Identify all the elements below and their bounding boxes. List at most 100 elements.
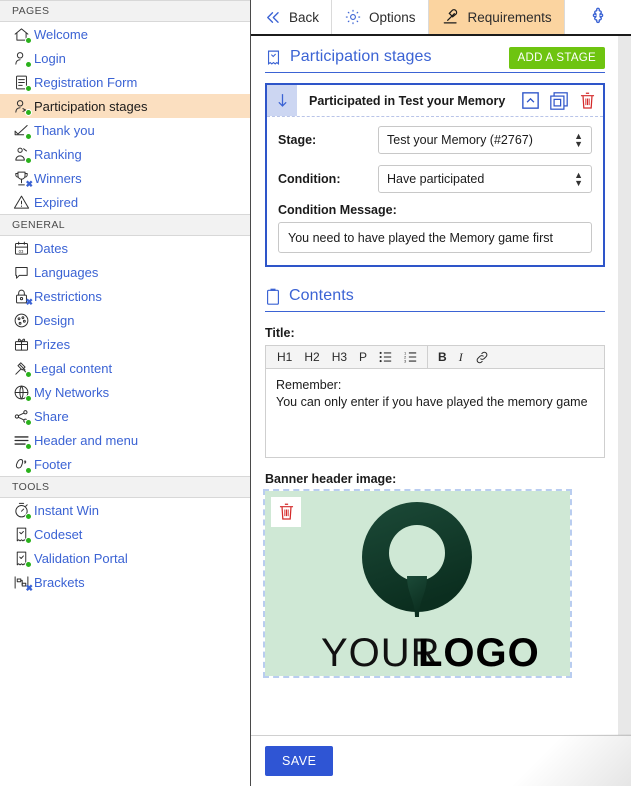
status-dot: [25, 36, 32, 44]
sidebar-item-label: Expired: [34, 194, 79, 210]
italic-button[interactable]: I: [453, 346, 469, 368]
heading2-button[interactable]: H2: [298, 346, 325, 368]
numbered-list-icon[interactable]: 1 2 3: [398, 346, 423, 368]
main-pane: Back Options Requirements Participation st…: [251, 0, 631, 786]
bullet-list-icon[interactable]: [373, 346, 398, 368]
heading1-button[interactable]: H1: [271, 346, 298, 368]
lock-icon: ✖: [12, 287, 33, 307]
user-stages-icon: [12, 97, 32, 116]
editor-toolbar: H1 H2 H3 P 1 2 3 B I: [266, 345, 604, 369]
sidebar-item-label: Header and menu: [34, 432, 139, 448]
tab-extras[interactable]: [564, 0, 631, 34]
x-badge-icon: ✖: [25, 178, 33, 189]
sidebar-item-header-and-menu[interactable]: Header and menu: [0, 428, 250, 452]
sidebar-item-instant-win[interactable]: Instant Win: [0, 498, 250, 522]
add-a-stage-button[interactable]: ADD A STAGE: [508, 47, 605, 69]
stage-title: Participated in Test your Memory: [309, 93, 506, 108]
gavel-icon: [12, 359, 32, 378]
globe-icon: [12, 383, 32, 402]
sidebar-item-footer[interactable]: Footer: [0, 452, 250, 476]
status-dot: [25, 536, 32, 544]
sidebar-group-title: GENERAL: [0, 214, 250, 236]
down-arrow-icon: [277, 94, 287, 107]
banner-header-image-label: Banner header image:: [265, 472, 397, 486]
sidebar-item-codeset[interactable]: Codeset: [0, 522, 250, 546]
sidebar-item-winners[interactable]: ✖ Winners: [0, 166, 250, 190]
menu-lines-icon: [12, 431, 32, 450]
sidebar-item-thank-you[interactable]: Thank you: [0, 118, 250, 142]
duplicate-icon[interactable]: [550, 91, 568, 110]
sidebar-item-restrictions[interactable]: ✖ Restrictions: [0, 284, 250, 308]
sidebar-item-label: Validation Portal: [34, 550, 128, 566]
sidebar-item-share[interactable]: Share: [0, 404, 250, 428]
rich-text-editor: H1 H2 H3 P 1 2 3 B I Remember: You can o…: [265, 345, 605, 458]
sidebar-item-label: Thank you: [34, 122, 95, 138]
tab-options[interactable]: Options: [332, 0, 429, 34]
sidebar-item-my-networks[interactable]: My Networks: [0, 380, 250, 404]
tab-back[interactable]: Back: [251, 0, 333, 34]
palette-icon: [12, 311, 31, 330]
heading3-button[interactable]: H3: [326, 346, 353, 368]
delete-icon[interactable]: [579, 92, 596, 110]
delete-banner-button[interactable]: [271, 497, 301, 527]
share-icon: [12, 407, 32, 426]
brackets-icon: ✖: [12, 573, 33, 592]
sidebar-group-title: TOOLS: [0, 476, 250, 498]
sidebar-item-prizes[interactable]: Prizes: [0, 332, 250, 356]
status-dot: [25, 394, 32, 402]
sidebar-item-legal-content[interactable]: Legal content: [0, 356, 250, 380]
sidebar-item-label: Login: [34, 50, 66, 66]
section-title: Contents: [289, 287, 354, 304]
sidebar-item-registration-form[interactable]: Registration Form: [0, 70, 250, 94]
gift-icon: [12, 335, 31, 354]
scroll-body[interactable]: Participation stages ADD A STAGE Partici…: [251, 36, 631, 735]
svg-text:LOGO: LOGO: [418, 631, 540, 675]
sidebar-item-label: Prizes: [34, 336, 71, 352]
section-divider: [265, 311, 605, 312]
collapse-icon[interactable]: [522, 92, 539, 109]
stage-card: Participated in Test your Memory Stage: …: [265, 83, 605, 267]
sidebar-item-label: Legal content: [34, 360, 113, 376]
status-dot: [25, 560, 32, 568]
status-dot: [25, 132, 32, 140]
sidebar-item-expired[interactable]: Expired: [0, 190, 250, 214]
x-badge-icon: ✖: [25, 296, 33, 307]
sidebar-item-label: Languages: [34, 264, 99, 280]
sidebar-item-validation-portal[interactable]: Validation Portal: [0, 546, 250, 570]
sidebar-item-label: Design: [34, 312, 75, 328]
save-button[interactable]: SAVE: [265, 746, 334, 776]
check-icon: [12, 121, 32, 140]
stage-drag-handle[interactable]: [267, 85, 297, 116]
sidebar-item-label: Restrictions: [34, 288, 102, 304]
condition-select[interactable]: Have participated ▲ ▼: [378, 165, 592, 193]
sidebar-item-label: Welcome: [34, 26, 88, 42]
status-dot: [25, 60, 32, 68]
condition-message-label: Condition Message:: [278, 203, 397, 217]
ticket-icon: [265, 49, 282, 66]
speech-bubble-icon: [12, 263, 31, 282]
your-logo-image: YOUR LOGO: [265, 491, 570, 676]
paragraph-button[interactable]: P: [353, 346, 373, 368]
svg-text:3: 3: [404, 359, 407, 363]
tab-requirements[interactable]: Requirements: [428, 0, 565, 34]
sidebar-item-label: Participation stages: [34, 98, 148, 114]
editor-content[interactable]: Remember: You can only enter if you have…: [266, 369, 604, 457]
sidebar-item-participation-stages[interactable]: Participation stages: [0, 94, 250, 118]
stage-select[interactable]: Test your Memory (#2767) ▲ ▼: [378, 126, 592, 154]
form-icon: [12, 73, 32, 92]
sidebar-item-label: Footer: [34, 456, 72, 472]
sidebar-item-design[interactable]: Design: [0, 308, 250, 332]
section-title: Participation stages: [290, 48, 432, 65]
condition-message-input[interactable]: [278, 222, 592, 253]
sidebar-item-welcome[interactable]: Welcome: [0, 22, 250, 46]
bold-button[interactable]: B: [432, 346, 453, 368]
sidebar-item-ranking[interactable]: Ranking: [0, 142, 250, 166]
user-login-icon: [12, 49, 32, 68]
link-icon[interactable]: [469, 346, 495, 368]
sidebar-item-dates[interactable]: 03 Dates: [0, 236, 250, 260]
save-bar: SAVE: [251, 734, 631, 786]
sidebar-item-brackets[interactable]: ✖ Brackets: [0, 570, 250, 594]
banner-image-preview[interactable]: YOUR LOGO: [263, 489, 572, 678]
sidebar-item-languages[interactable]: Languages: [0, 260, 250, 284]
sidebar-item-login[interactable]: Login: [0, 46, 250, 70]
